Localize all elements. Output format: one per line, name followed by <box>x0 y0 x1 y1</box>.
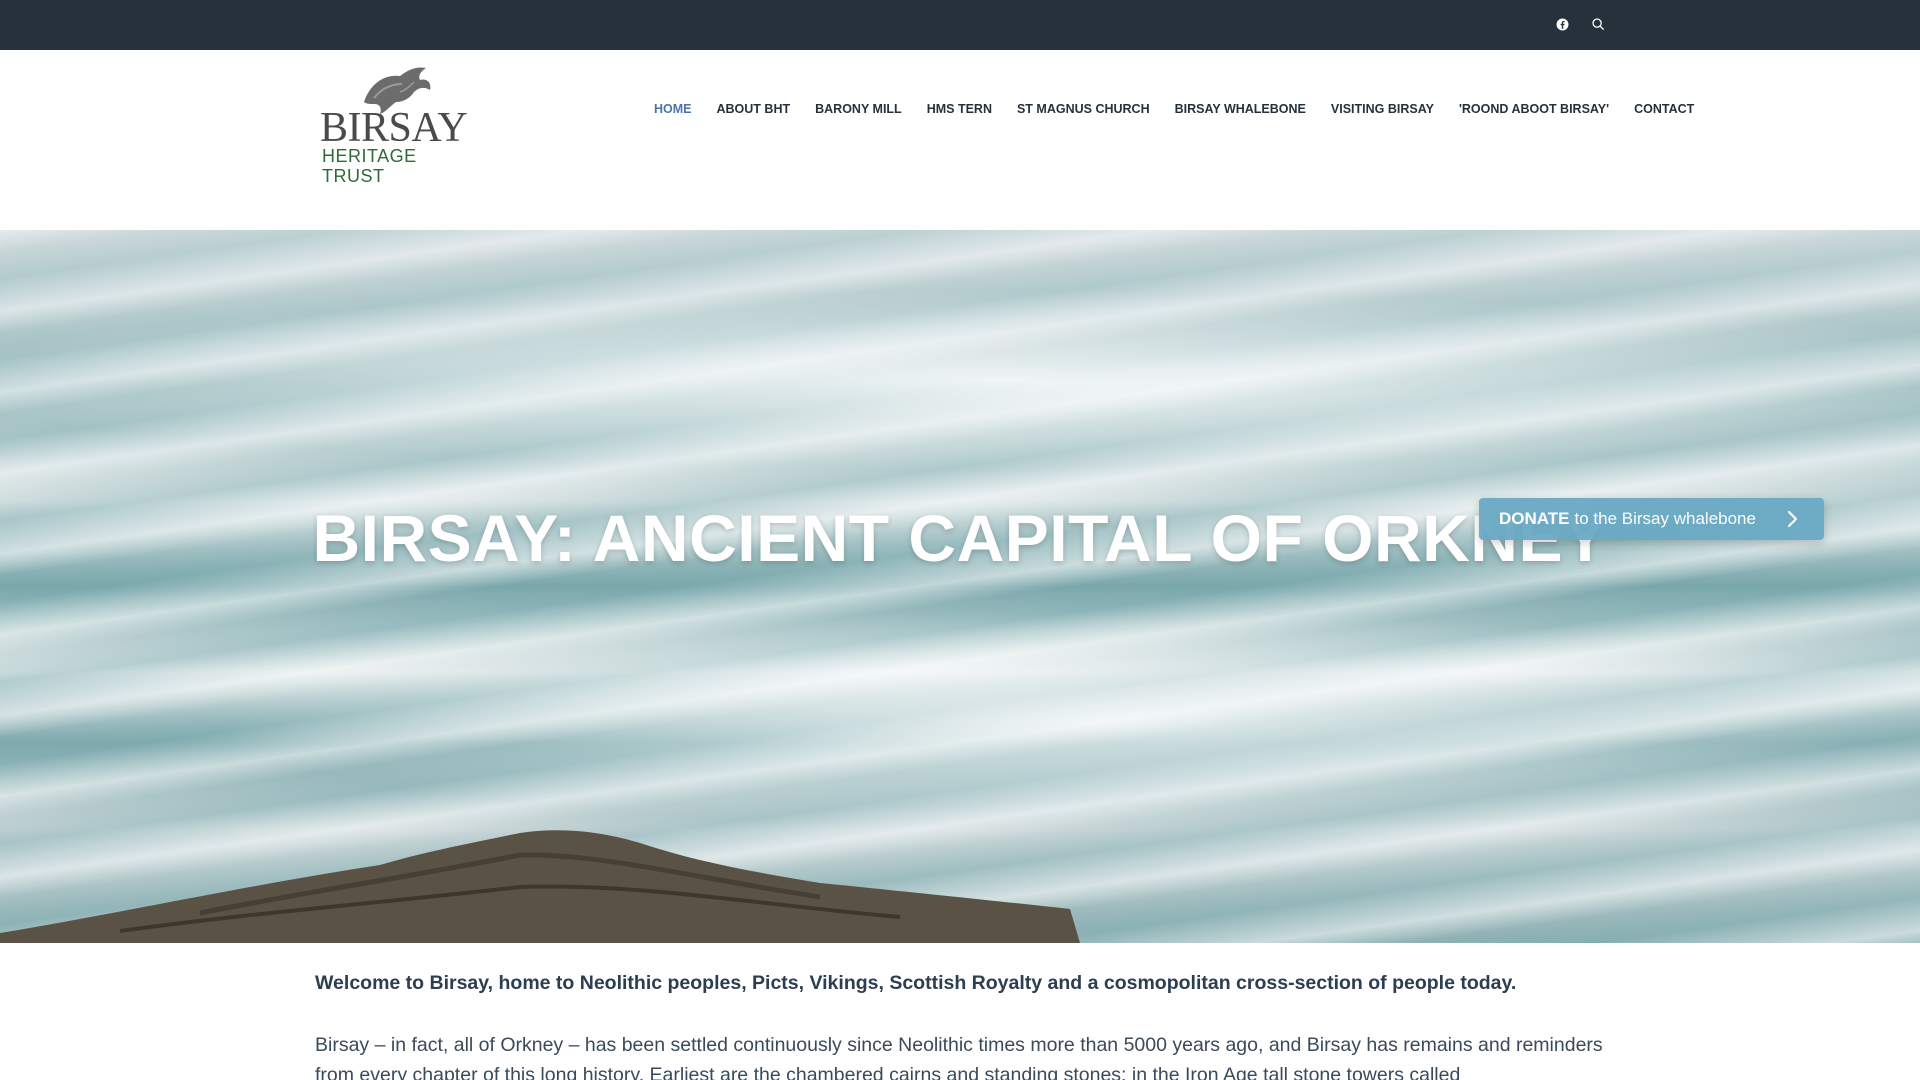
nav-item-about-bht[interactable]: ABOUT BHT <box>704 101 803 117</box>
facebook-icon[interactable] <box>1552 14 1572 34</box>
nav-item-contact[interactable]: CONTACT <box>1622 101 1694 117</box>
chevron-right-icon <box>1787 510 1798 528</box>
donate-label-strong: DONATE <box>1499 509 1570 528</box>
site-header: BIRSAY HERITAGE TRUST HOME ABOUT BHT BAR… <box>0 50 1920 230</box>
top-bar-icons <box>1552 14 1608 34</box>
logo-wordmark: BIRSAY <box>320 105 468 151</box>
site-logo[interactable]: BIRSAY HERITAGE TRUST <box>318 62 478 186</box>
search-icon[interactable] <box>1588 14 1608 34</box>
hero-banner: BIRSAY: ANCIENT CAPITAL OF ORKNEY <box>0 230 1920 943</box>
nav-item-home[interactable]: HOME <box>654 101 704 117</box>
hero-rock-outcrop <box>0 830 1080 943</box>
hero-wave-foam <box>200 610 1920 830</box>
nav-item-birsay-whalebone[interactable]: BIRSAY WHALEBONE <box>1162 101 1318 117</box>
nav-item-roond-aboot-birsay[interactable]: 'ROOND ABOOT BIRSAY' <box>1446 101 1621 117</box>
nav-item-st-magnus-church[interactable]: ST MAGNUS CHURCH <box>1004 101 1162 117</box>
intro-lead: Welcome to Birsay, home to Neolithic peo… <box>315 972 1517 994</box>
top-bar <box>0 0 1920 50</box>
nav-item-visiting-birsay[interactable]: VISITING BIRSAY <box>1318 101 1446 117</box>
logo-subtitle: HERITAGE TRUST <box>322 146 417 186</box>
main-navigation: HOME ABOUT BHT BARONY MILL HMS TERN ST M… <box>654 101 1694 117</box>
donate-button[interactable]: DONATE to the Birsay whalebone <box>1479 498 1824 540</box>
intro-paragraph: Birsay – in fact, all of Orkney – has be… <box>315 1034 1603 1080</box>
nav-item-barony-mill[interactable]: BARONY MILL <box>803 101 915 117</box>
nav-item-hms-tern[interactable]: HMS TERN <box>914 101 1004 117</box>
main-content: Welcome to Birsay, home to Neolithic peo… <box>315 968 1605 1080</box>
hero-wave-foam <box>0 290 1920 470</box>
donate-label: to the Birsay whalebone <box>1574 509 1756 528</box>
